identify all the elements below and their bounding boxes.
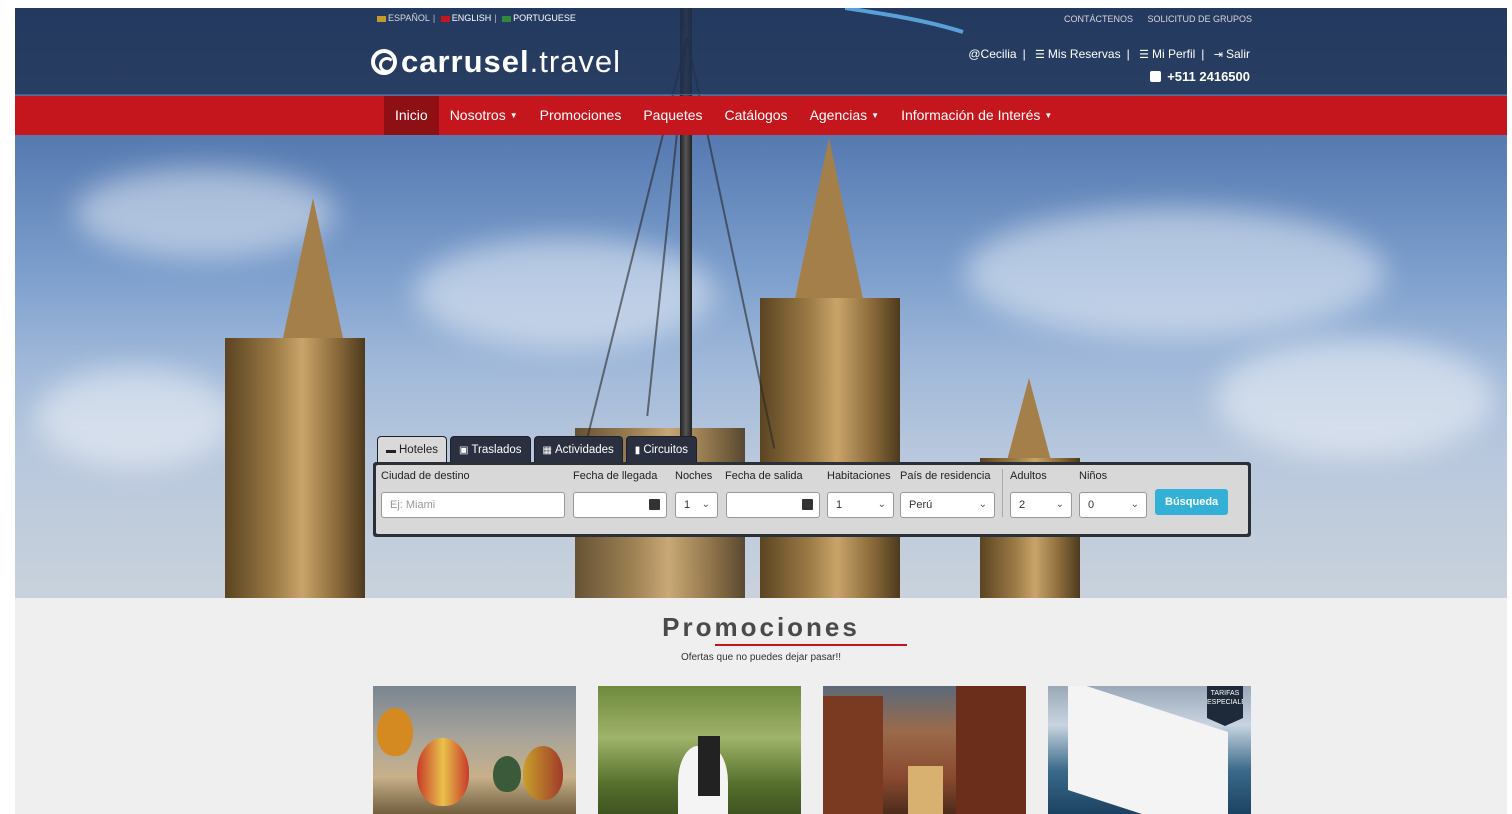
phone-icon xyxy=(1150,71,1162,82)
bed-icon: ▬ xyxy=(386,445,396,456)
menu-item-promociones[interactable]: Promociones xyxy=(529,96,633,135)
rooms-label: Habitaciones xyxy=(827,470,891,482)
site-logo[interactable]: carrusel.travel xyxy=(371,44,621,80)
menu-item-paquetes[interactable]: Paquetes xyxy=(632,96,713,135)
promo-card-wedding[interactable] xyxy=(598,686,801,814)
caret-down-icon: ▼ xyxy=(509,111,518,120)
country-select[interactable]: Perú ⌄ xyxy=(900,492,995,518)
search-tabs: ▬ Hoteles ▣ Traslados ▦ Actividades ▮ Circui… xyxy=(377,436,698,463)
map-icon: ▦ xyxy=(542,445,552,456)
flag-br-icon xyxy=(502,15,512,22)
logout-icon: ⇥ xyxy=(1213,49,1223,61)
caret-down-icon: ▼ xyxy=(871,111,880,120)
user-nav: @Cecilia | ☰ Mis Reservas | ☰ Mi Perfil | ⇥ Sa… xyxy=(968,44,1250,87)
tab-actividades[interactable]: ▦ Actividades xyxy=(533,436,623,463)
contact-link[interactable]: CONTÁCTENOS xyxy=(1064,14,1133,24)
promotions-section: Promociones Ofertas que no puedes dejar … xyxy=(15,598,1507,814)
children-label: Niños xyxy=(1079,470,1108,482)
promotions-title: Promociones xyxy=(662,612,860,642)
nights-label: Noches xyxy=(675,470,713,482)
calendar-icon xyxy=(649,499,660,510)
hotel-search-form: Ciudad de destino Ej: Miami Fecha de lle… xyxy=(373,462,1251,537)
title-underline xyxy=(715,644,907,646)
pointer-arrow-icon xyxy=(845,8,964,34)
tab-traslados[interactable]: ▣ Traslados xyxy=(450,436,531,463)
children-select[interactable]: 0 ⌄ xyxy=(1079,492,1147,518)
list-icon: ☰ xyxy=(1035,49,1045,61)
tab-circuitos[interactable]: ▮ Circuitos xyxy=(625,436,698,463)
city-input[interactable]: Ej: Miami xyxy=(381,492,565,518)
flag-es-icon xyxy=(377,15,386,22)
adults-label: Adultos xyxy=(1010,470,1047,482)
menu-item-agencias[interactable]: Agencias ▼ xyxy=(799,96,891,135)
promo-card-balloons[interactable] xyxy=(373,686,576,814)
arrival-date-input[interactable] xyxy=(573,492,667,518)
chevron-down-icon: ⌄ xyxy=(877,499,886,510)
rooms-select[interactable]: 1 ⌄ xyxy=(827,492,894,518)
language-pt[interactable]: PORTUGUESE xyxy=(502,13,576,23)
list-icon: ☰ xyxy=(1139,49,1149,61)
nights-select[interactable]: 1 ⌄ xyxy=(675,492,718,518)
top-bar: ESPAÑOL | ENGLISH | PORTUGUESE CONTÁCTENOS… xyxy=(15,8,1507,30)
special-rates-badge: TARIFAS ESPECIALES xyxy=(1207,686,1243,726)
country-label: País de residencia xyxy=(900,470,991,482)
city-label: Ciudad de destino xyxy=(381,470,470,482)
promo-card-city[interactable] xyxy=(823,686,1026,814)
menu-item-informacion[interactable]: Información de Interés ▼ xyxy=(890,96,1063,135)
my-reservations-link[interactable]: ☰ Mis Reservas xyxy=(1035,47,1121,61)
chevron-down-icon: ⌄ xyxy=(978,499,987,510)
chevron-down-icon: ⌄ xyxy=(1055,499,1064,510)
tab-hoteles[interactable]: ▬ Hoteles xyxy=(377,436,447,463)
page: ESPAÑOL | ENGLISH | PORTUGUESE CONTÁCTENOS… xyxy=(15,8,1507,814)
chevron-down-icon: ⌄ xyxy=(701,499,710,510)
suitcase-icon: ▮ xyxy=(634,445,641,456)
group-request-link[interactable]: SOLICITUD DE GRUPOS xyxy=(1148,14,1253,24)
menu-item-catalogos[interactable]: Catálogos xyxy=(714,96,799,135)
site-header: carrusel.travel @Cecilia | ☰ Mis Reservas |… xyxy=(15,30,1507,95)
search-button[interactable]: Búsqueda xyxy=(1155,489,1229,515)
departure-date-input[interactable] xyxy=(726,492,820,518)
flag-uk-icon xyxy=(440,15,450,22)
menu-item-inicio[interactable]: Inicio xyxy=(384,96,439,135)
promo-card-cruise[interactable]: TARIFAS ESPECIALES xyxy=(1048,686,1251,814)
language-selector: ESPAÑOL | ENGLISH | PORTUGUESE xyxy=(377,13,576,23)
main-menu: Inicio Nosotros ▼ Promociones Paquetes Ca… xyxy=(15,96,1507,135)
calendar-icon xyxy=(802,499,813,510)
car-icon: ▣ xyxy=(459,445,469,456)
user-name-link[interactable]: @Cecilia xyxy=(968,47,1016,61)
arrival-label: Fecha de llegada xyxy=(573,470,658,482)
my-profile-link[interactable]: ☰ Mi Perfil xyxy=(1139,47,1195,61)
departure-label: Fecha de salida xyxy=(725,470,803,482)
caret-down-icon: ▼ xyxy=(1044,111,1053,120)
language-es[interactable]: ESPAÑOL xyxy=(377,13,430,23)
carrusel-logo-icon xyxy=(371,49,397,75)
menu-item-nosotros[interactable]: Nosotros ▼ xyxy=(439,96,529,135)
adults-select[interactable]: 2 ⌄ xyxy=(1010,492,1072,518)
chevron-down-icon: ⌄ xyxy=(1130,499,1139,510)
phone-number: +511 2416500 xyxy=(968,66,1250,87)
language-en[interactable]: ENGLISH xyxy=(440,13,491,23)
logout-link[interactable]: ⇥ Salir xyxy=(1214,47,1250,61)
promotions-subtitle: Ofertas que no puedes dejar pasar!! xyxy=(680,652,842,663)
